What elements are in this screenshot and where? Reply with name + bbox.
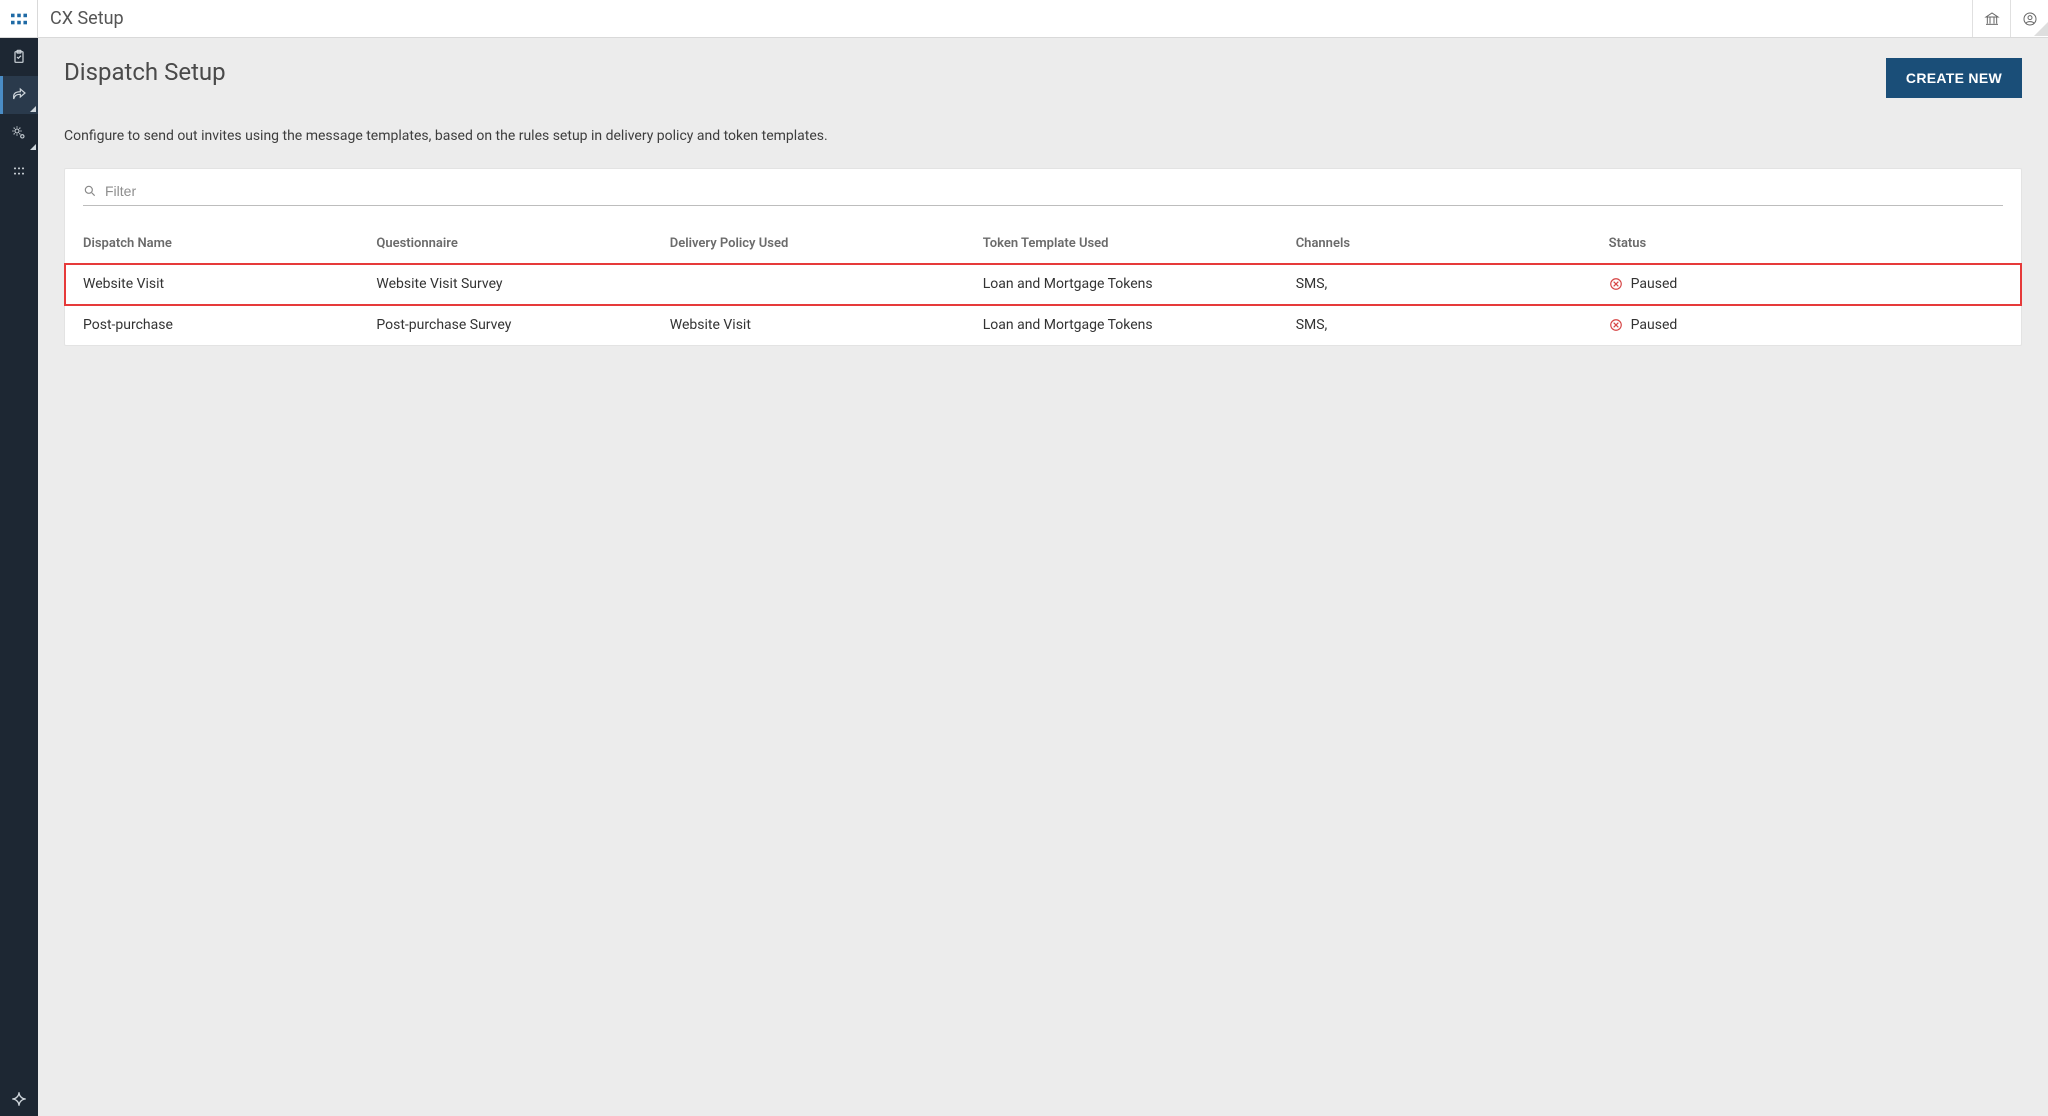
gears-icon: [11, 125, 27, 141]
paused-icon: [1609, 318, 1623, 332]
page-description: Configure to send out invites using the …: [64, 128, 2022, 144]
topbar-left: CX Setup: [0, 0, 124, 37]
cell-token-template: Loan and Mortgage Tokens: [965, 264, 1278, 305]
app-title: CX Setup: [38, 8, 124, 29]
bank-icon: [1984, 11, 2000, 27]
cell-status: Paused: [1591, 264, 2021, 305]
page-header: Dispatch Setup CREATE NEW: [64, 58, 2022, 98]
cell-status: Paused: [1591, 305, 2021, 346]
app-launcher-button[interactable]: [0, 0, 38, 37]
paused-icon: [1609, 277, 1623, 291]
sidebar: [0, 38, 38, 1116]
page-title: Dispatch Setup: [64, 58, 226, 86]
cell-token-template: Loan and Mortgage Tokens: [965, 305, 1278, 346]
cell-questionnaire: Website Visit Survey: [358, 264, 651, 305]
resize-handle-icon: [2034, 22, 2048, 36]
org-button[interactable]: [1972, 0, 2010, 37]
app-grid-icon: [11, 13, 27, 25]
col-header-channels[interactable]: Channels: [1278, 224, 1591, 264]
cell-questionnaire: Post-purchase Survey: [358, 305, 651, 346]
sidebar-item-surveys[interactable]: [0, 38, 38, 76]
clipboard-icon: [11, 49, 27, 65]
topbar: CX Setup: [0, 0, 2048, 38]
profile-button[interactable]: [2010, 0, 2048, 37]
col-header-dispatch-name[interactable]: Dispatch Name: [65, 224, 358, 264]
dispatch-table: Dispatch Name Questionnaire Delivery Pol…: [65, 224, 2021, 345]
search-icon: [83, 184, 97, 198]
expand-indicator-icon: [30, 144, 36, 150]
filter-bar: [83, 183, 2003, 206]
dots-grid-icon: [11, 163, 27, 179]
sidebar-bottom-logo: [0, 1090, 38, 1116]
col-header-delivery-policy[interactable]: Delivery Policy Used: [652, 224, 965, 264]
col-header-status[interactable]: Status: [1591, 224, 2021, 264]
expand-indicator-icon: [30, 106, 36, 112]
dispatch-list-panel: Dispatch Name Questionnaire Delivery Pol…: [64, 168, 2022, 346]
cell-channels: SMS,: [1278, 305, 1591, 346]
cell-delivery-policy: [652, 264, 965, 305]
sidebar-item-dispatch[interactable]: [0, 76, 38, 114]
status-label: Paused: [1631, 317, 1678, 333]
table-row[interactable]: Post-purchasePost-purchase SurveyWebsite…: [65, 305, 2021, 346]
col-header-token-template[interactable]: Token Template Used: [965, 224, 1278, 264]
create-new-button[interactable]: CREATE NEW: [1886, 58, 2022, 98]
logo-star-icon: [10, 1090, 28, 1108]
sidebar-item-settings[interactable]: [0, 114, 38, 152]
cell-dispatch-name: Post-purchase: [65, 305, 358, 346]
sidebar-item-apps[interactable]: [0, 152, 38, 190]
cell-delivery-policy: Website Visit: [652, 305, 965, 346]
share-arrow-icon: [11, 87, 27, 103]
status-label: Paused: [1631, 276, 1678, 292]
cell-channels: SMS,: [1278, 264, 1591, 305]
col-header-questionnaire[interactable]: Questionnaire: [358, 224, 651, 264]
cell-dispatch-name: Website Visit: [65, 264, 358, 305]
main-content: Dispatch Setup CREATE NEW Configure to s…: [38, 38, 2048, 1116]
filter-input[interactable]: [105, 183, 2003, 199]
topbar-right: [1972, 0, 2048, 37]
table-row[interactable]: Website VisitWebsite Visit Survey Loan an…: [65, 264, 2021, 305]
